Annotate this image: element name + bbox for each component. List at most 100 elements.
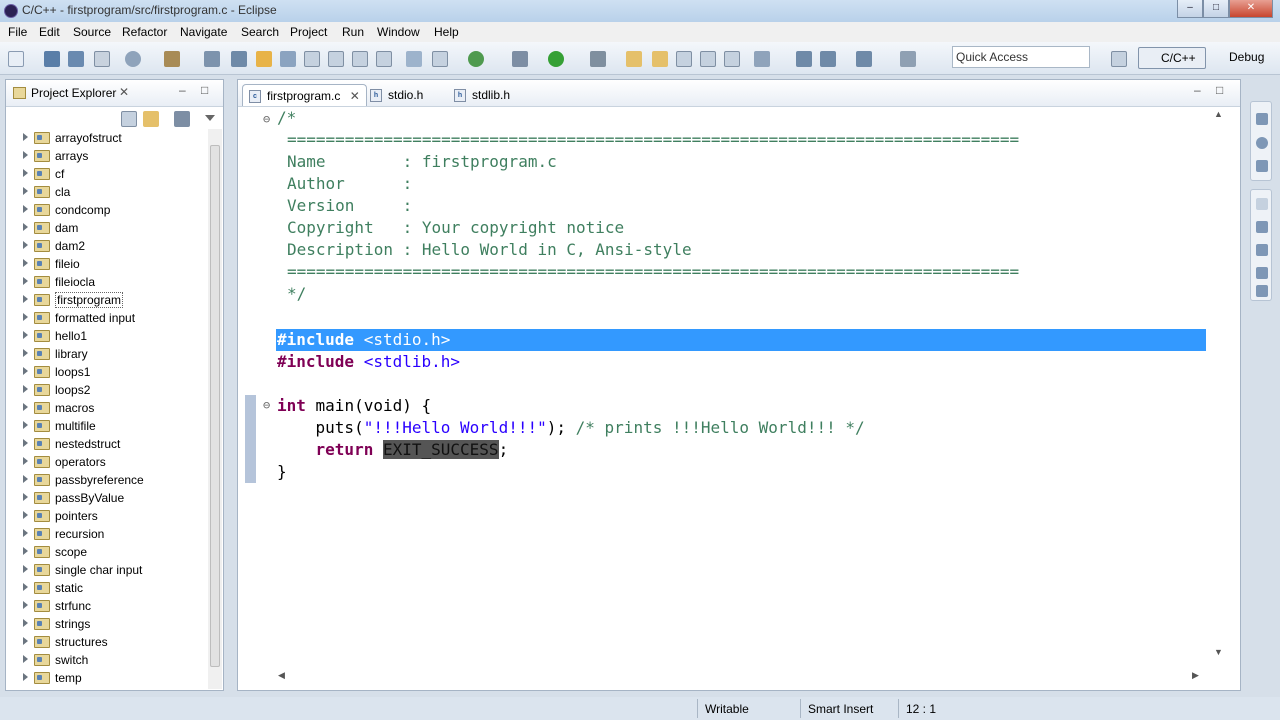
properties-icon[interactable] bbox=[1256, 285, 1268, 297]
project-item[interactable]: formatted input bbox=[6, 309, 206, 327]
expand-arrow-icon[interactable] bbox=[23, 241, 28, 249]
make-target-icon[interactable] bbox=[1256, 137, 1268, 149]
project-explorer-tab[interactable]: Project Explorer ✕ – □ bbox=[6, 80, 223, 107]
scrollbar-thumb[interactable] bbox=[210, 145, 220, 667]
project-item-selected[interactable]: firstprogram bbox=[6, 291, 206, 309]
scroll-down-icon[interactable]: ▼ bbox=[1214, 647, 1223, 657]
build-gear-icon[interactable] bbox=[125, 51, 141, 67]
project-item[interactable]: loops1 bbox=[6, 363, 206, 381]
project-item[interactable]: strings bbox=[6, 615, 206, 633]
close-icon[interactable]: ✕ bbox=[350, 89, 360, 103]
link-icon[interactable] bbox=[280, 51, 296, 67]
expand-arrow-icon[interactable] bbox=[23, 511, 28, 519]
filter-icon[interactable] bbox=[174, 111, 190, 127]
menu-edit[interactable]: Edit bbox=[39, 25, 60, 39]
editor-vertical-scrollbar[interactable]: ▲ ▼ bbox=[1213, 107, 1227, 662]
menu-source[interactable]: Source bbox=[73, 25, 111, 39]
menu-file[interactable]: File bbox=[8, 25, 27, 39]
link-with-editor-icon[interactable] bbox=[143, 111, 159, 127]
expand-arrow-icon[interactable] bbox=[23, 475, 28, 483]
project-item[interactable]: pointers bbox=[6, 507, 206, 525]
editor-horizontal-scrollbar[interactable]: ◀ ▶ bbox=[278, 670, 1199, 684]
outline-icon[interactable] bbox=[724, 51, 740, 67]
external-tools-icon[interactable] bbox=[590, 51, 606, 67]
project-item[interactable]: fileiocla bbox=[6, 273, 206, 291]
expand-arrow-icon[interactable] bbox=[23, 601, 28, 609]
pencil-icon[interactable] bbox=[256, 51, 272, 67]
expand-arrow-icon[interactable] bbox=[23, 529, 28, 537]
menu-navigate[interactable]: Navigate bbox=[180, 25, 227, 39]
perspective-debug-button[interactable]: Debug bbox=[1210, 47, 1270, 69]
project-item[interactable]: scope bbox=[6, 543, 206, 561]
close-icon[interactable]: ✕ bbox=[119, 85, 129, 99]
outline-icon[interactable] bbox=[1256, 113, 1268, 125]
expand-arrow-icon[interactable] bbox=[23, 673, 28, 681]
code-area[interactable]: ⊖ ⊖ /* =================================… bbox=[238, 107, 1213, 667]
expand-arrow-icon[interactable] bbox=[23, 277, 28, 285]
project-item[interactable]: macros bbox=[6, 399, 206, 417]
expand-arrow-icon[interactable] bbox=[23, 223, 28, 231]
problems-icon[interactable] bbox=[1256, 221, 1268, 233]
pin-editor-icon[interactable] bbox=[900, 51, 916, 67]
expand-arrow-icon[interactable] bbox=[23, 565, 28, 573]
maximize-view-icon[interactable]: □ bbox=[1216, 83, 1223, 97]
expand-arrow-icon[interactable] bbox=[23, 457, 28, 465]
project-item[interactable]: multifile bbox=[6, 417, 206, 435]
maximize-button[interactable]: □ bbox=[1203, 0, 1229, 18]
fold-collapse-icon[interactable]: ⊖ bbox=[263, 398, 270, 412]
new-file-icon[interactable] bbox=[432, 51, 448, 67]
console-icon[interactable] bbox=[1256, 267, 1268, 279]
next-annotation-icon[interactable] bbox=[754, 51, 770, 67]
expand-arrow-icon[interactable] bbox=[23, 295, 28, 303]
expand-arrow-icon[interactable] bbox=[23, 583, 28, 591]
collapse-all-icon[interactable] bbox=[121, 111, 137, 127]
maximize-view-icon[interactable]: □ bbox=[201, 83, 208, 97]
menu-search[interactable]: Search bbox=[241, 25, 279, 39]
project-item[interactable]: passbyreference bbox=[6, 471, 206, 489]
restore-icon[interactable] bbox=[1256, 198, 1268, 210]
task-icon[interactable] bbox=[700, 51, 716, 67]
project-item[interactable]: operators bbox=[6, 453, 206, 471]
wand-icon[interactable] bbox=[406, 51, 422, 67]
expand-arrow-icon[interactable] bbox=[23, 637, 28, 645]
open-type-icon[interactable] bbox=[652, 51, 668, 67]
expand-arrow-icon[interactable] bbox=[23, 367, 28, 375]
bug-icon[interactable] bbox=[512, 51, 528, 67]
expand-arrow-icon[interactable] bbox=[23, 259, 28, 267]
open-folder-icon[interactable] bbox=[626, 51, 642, 67]
expand-arrow-icon[interactable] bbox=[23, 547, 28, 555]
project-item[interactable]: cf bbox=[6, 165, 206, 183]
new-icon[interactable] bbox=[8, 51, 24, 67]
project-item[interactable]: nestedstruct bbox=[6, 435, 206, 453]
open-perspective-icon[interactable] bbox=[1111, 51, 1127, 67]
scroll-left-icon[interactable]: ◀ bbox=[278, 670, 285, 681]
project-item[interactable]: library bbox=[6, 345, 206, 363]
project-item[interactable]: static bbox=[6, 579, 206, 597]
menu-window[interactable]: Window bbox=[377, 25, 420, 39]
project-explorer-scrollbar[interactable] bbox=[208, 129, 222, 689]
run-icon[interactable] bbox=[548, 51, 564, 67]
minimize-button[interactable]: – bbox=[1177, 0, 1203, 18]
tab-firstprogram-c[interactable]: c firstprogram.c ✕ bbox=[242, 84, 367, 106]
project-item[interactable]: loops2 bbox=[6, 381, 206, 399]
save-all-icon[interactable] bbox=[68, 51, 84, 67]
tab-stdio-h[interactable]: h stdio.h bbox=[364, 84, 429, 106]
close-button[interactable]: ✕ bbox=[1229, 0, 1273, 18]
save-icon[interactable] bbox=[44, 51, 60, 67]
block-select-icon[interactable] bbox=[376, 51, 392, 67]
scroll-right-icon[interactable]: ▶ bbox=[1192, 670, 1199, 681]
project-item[interactable]: dam2 bbox=[6, 237, 206, 255]
project-item[interactable]: switch bbox=[6, 651, 206, 669]
tab-stdlib-h[interactable]: h stdlib.h bbox=[448, 84, 516, 106]
menu-run[interactable]: Run bbox=[342, 25, 364, 39]
expand-arrow-icon[interactable] bbox=[23, 655, 28, 663]
project-item[interactable]: arrayofstruct bbox=[6, 129, 206, 147]
menu-project[interactable]: Project bbox=[290, 25, 327, 39]
expand-arrow-icon[interactable] bbox=[23, 133, 28, 141]
project-item[interactable]: dam bbox=[6, 219, 206, 237]
perspective-cpp-button[interactable]: C/C++ bbox=[1138, 47, 1206, 69]
whitespace-icon[interactable] bbox=[352, 51, 368, 67]
fold-collapse-icon[interactable]: ⊖ bbox=[263, 112, 270, 126]
view-menu-icon[interactable] bbox=[205, 115, 215, 121]
minimize-view-icon[interactable]: – bbox=[179, 83, 186, 97]
